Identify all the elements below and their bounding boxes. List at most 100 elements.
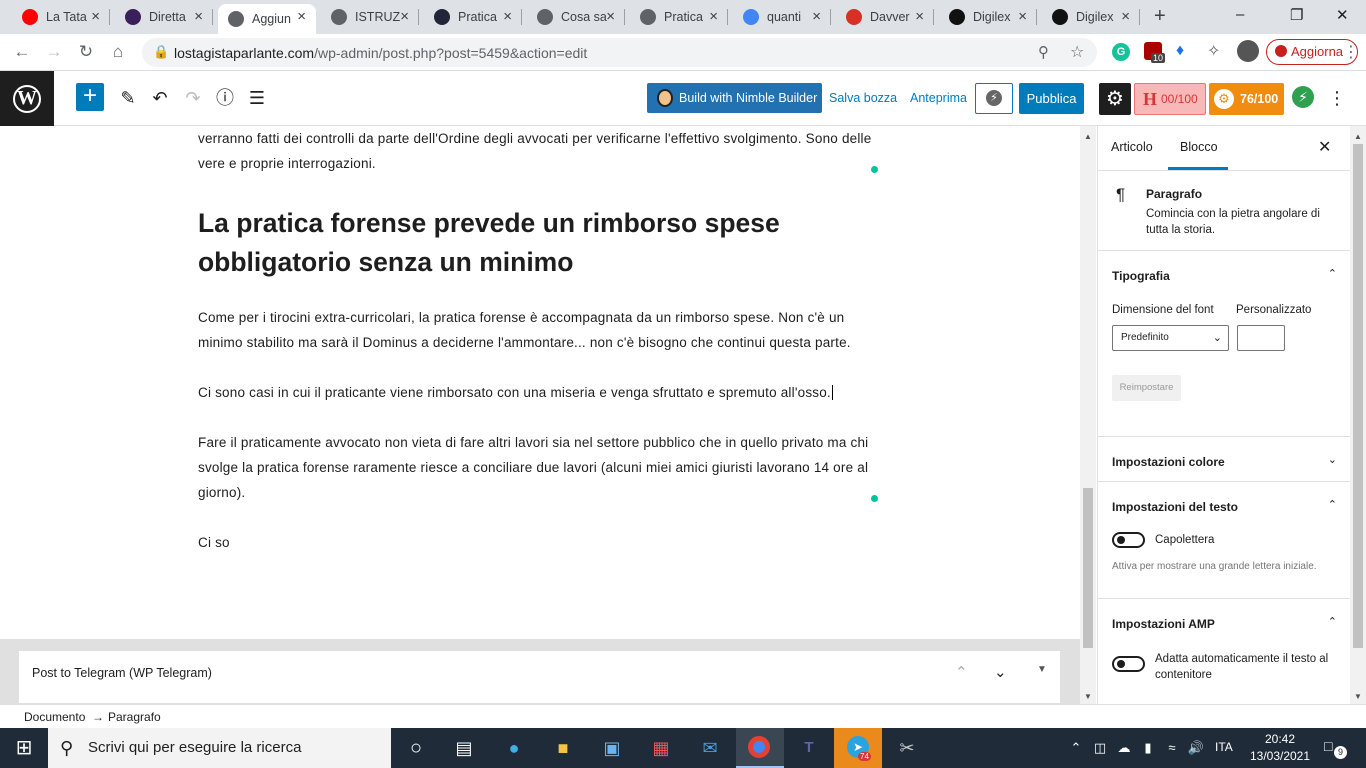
task-view-icon[interactable]: ▤: [450, 734, 478, 762]
settings-gear-button[interactable]: ⚙: [1099, 83, 1131, 115]
close-sidebar-icon[interactable]: ✕: [1318, 137, 1331, 157]
nimble-builder-button[interactable]: Build with Nimble Builder: [647, 83, 822, 113]
grammarly-dot[interactable]: [871, 166, 878, 173]
close-tab-icon[interactable]: ×: [1121, 8, 1130, 25]
browser-tab[interactable]: quanti ×: [733, 4, 831, 30]
grammarly-dot[interactable]: [871, 495, 878, 502]
wordpress-logo[interactable]: W: [0, 71, 54, 126]
shield-extension-icon[interactable]: ♦: [1176, 42, 1184, 60]
scroll-up-icon[interactable]: ▲: [1084, 132, 1092, 141]
windows-start-icon[interactable]: ⊞: [10, 734, 38, 762]
scroll-up-icon[interactable]: ▲: [1354, 132, 1362, 141]
snipping-tool-icon[interactable]: ✂: [893, 734, 921, 762]
back-icon[interactable]: ←: [12, 42, 32, 62]
reload-icon[interactable]: ↻: [76, 42, 96, 62]
publish-button[interactable]: Pubblica: [1019, 83, 1084, 114]
paragraph-block[interactable]: Fare il praticamente avvocato non vieta …: [198, 430, 878, 505]
close-window-icon[interactable]: ✕: [1336, 6, 1349, 24]
amp-button[interactable]: ⚡: [975, 83, 1013, 114]
browser-tab[interactable]: Pratica ×: [424, 4, 522, 30]
browser-tab[interactable]: Davver ×: [836, 4, 934, 30]
profile-avatar[interactable]: [1237, 40, 1259, 62]
bookmark-star-icon[interactable]: ☆: [1070, 42, 1084, 62]
add-block-button[interactable]: +: [76, 83, 104, 111]
font-size-select[interactable]: Predefinito ⌄: [1112, 325, 1229, 351]
list-view-icon[interactable]: ☰: [246, 87, 268, 109]
scroll-down-icon[interactable]: ▼: [1354, 692, 1362, 701]
cortana-icon[interactable]: ○: [402, 734, 430, 762]
browser-tab[interactable]: ISTRUZ ×: [321, 4, 419, 30]
puzzle-icon[interactable]: ✧: [1207, 41, 1220, 61]
maximize-icon[interactable]: ❐: [1290, 6, 1303, 24]
tab-post[interactable]: Articolo: [1111, 140, 1153, 154]
chevron-up-icon[interactable]: ⌃: [1328, 498, 1337, 511]
chevron-down-icon[interactable]: ⌄: [1328, 453, 1337, 466]
new-tab-button[interactable]: +: [1154, 5, 1166, 28]
forward-icon[interactable]: →: [44, 42, 64, 62]
close-tab-icon[interactable]: ×: [400, 8, 409, 25]
close-tab-icon[interactable]: ×: [503, 8, 512, 25]
undo-icon[interactable]: ↶: [149, 87, 171, 109]
editor-scrollbar[interactable]: ▲ ▼: [1080, 126, 1096, 704]
volume-icon[interactable]: 🔊: [1182, 734, 1210, 762]
sidebar-scrollbar[interactable]: ▲ ▼: [1350, 126, 1366, 704]
browser-tab[interactable]: Aggiun ×: [218, 4, 316, 34]
gift-icon[interactable]: ▦: [647, 734, 675, 762]
close-tab-icon[interactable]: ×: [1018, 8, 1027, 25]
info-icon[interactable]: ⓘ: [214, 87, 236, 109]
headline-score-badge[interactable]: H 00/100: [1134, 83, 1206, 115]
chrome-menu-icon[interactable]: ⋮: [1343, 42, 1359, 62]
browser-tab[interactable]: Pratica ×: [630, 4, 728, 30]
move-up-icon[interactable]: ⌃: [955, 663, 968, 681]
paragraph-block[interactable]: Ci so: [198, 530, 878, 555]
grammarly-icon[interactable]: G: [1112, 43, 1130, 61]
address-bar[interactable]: 🔒 lostagistaparlante.com/wp-admin/post.p…: [142, 38, 1097, 67]
close-tab-icon[interactable]: ×: [194, 8, 203, 25]
chevron-up-icon[interactable]: ⌃: [1328, 267, 1337, 280]
file-explorer-icon[interactable]: ■: [549, 734, 577, 762]
browser-tab[interactable]: Diretta ×: [115, 4, 213, 30]
edge-icon[interactable]: ●: [500, 734, 528, 762]
browser-tab[interactable]: La Tata ×: [12, 4, 110, 30]
browser-tab[interactable]: Cosa sa ×: [527, 4, 625, 30]
typography-heading[interactable]: Tipografia: [1112, 269, 1170, 283]
heading-block[interactable]: La pratica forense prevede un rimborso s…: [198, 204, 858, 282]
pencil-tools-icon[interactable]: ✎: [117, 87, 139, 109]
preview-button[interactable]: Anteprima: [910, 91, 967, 105]
close-tab-icon[interactable]: ×: [91, 8, 100, 25]
paragraph-block-selected[interactable]: Ci sono casi in cui il praticante viene …: [198, 380, 878, 405]
store-icon[interactable]: ▣: [598, 734, 626, 762]
minimize-icon[interactable]: –: [1236, 6, 1244, 23]
scroll-down-icon[interactable]: ▼: [1084, 692, 1092, 701]
teams-icon[interactable]: T: [795, 734, 823, 762]
close-tab-icon[interactable]: ×: [297, 8, 306, 25]
redo-icon[interactable]: ↷: [182, 87, 204, 109]
taskbar-clock[interactable]: 20:42 13/03/2021: [1245, 731, 1315, 765]
zoom-icon[interactable]: ⚲: [1038, 43, 1049, 61]
metabox-title[interactable]: Post to Telegram (WP Telegram): [32, 666, 212, 680]
paragraph-block[interactable]: Come per i tirocini extra-curricolari, l…: [198, 305, 878, 355]
toggle-panel-icon[interactable]: ▼: [1037, 664, 1047, 675]
editor-scroll-thumb[interactable]: [1083, 488, 1093, 648]
more-options-icon[interactable]: ⋮: [1328, 88, 1346, 109]
breadcrumb-paragraph[interactable]: Paragrafo: [108, 710, 161, 724]
save-draft-button[interactable]: Salva bozza: [829, 91, 897, 105]
language-indicator[interactable]: ITA: [1215, 740, 1233, 754]
taskbar-search[interactable]: ⚲ Scrivi qui per eseguire la ricerca: [48, 728, 391, 768]
close-tab-icon[interactable]: ×: [812, 8, 821, 25]
tab-block[interactable]: Blocco: [1180, 140, 1218, 154]
mail-icon[interactable]: ✉: [696, 734, 724, 762]
color-settings-heading[interactable]: Impostazioni colore: [1112, 455, 1225, 469]
amp-settings-heading[interactable]: Impostazioni AMP: [1112, 617, 1215, 631]
sidebar-scroll-thumb[interactable]: [1353, 144, 1363, 648]
custom-size-input[interactable]: [1237, 325, 1285, 351]
close-tab-icon[interactable]: ×: [709, 8, 718, 25]
home-icon[interactable]: ⌂: [108, 42, 128, 62]
dropcap-toggle[interactable]: [1112, 532, 1145, 548]
jetpack-bolt-icon[interactable]: ⚡: [1292, 86, 1314, 108]
reset-button[interactable]: Reimpostare: [1112, 375, 1181, 401]
chevron-up-icon[interactable]: ⌃: [1328, 615, 1337, 628]
browser-tab[interactable]: Digilex ×: [1042, 4, 1140, 30]
move-down-icon[interactable]: ⌄: [994, 663, 1007, 681]
chrome-taskbar-button[interactable]: [736, 728, 784, 768]
